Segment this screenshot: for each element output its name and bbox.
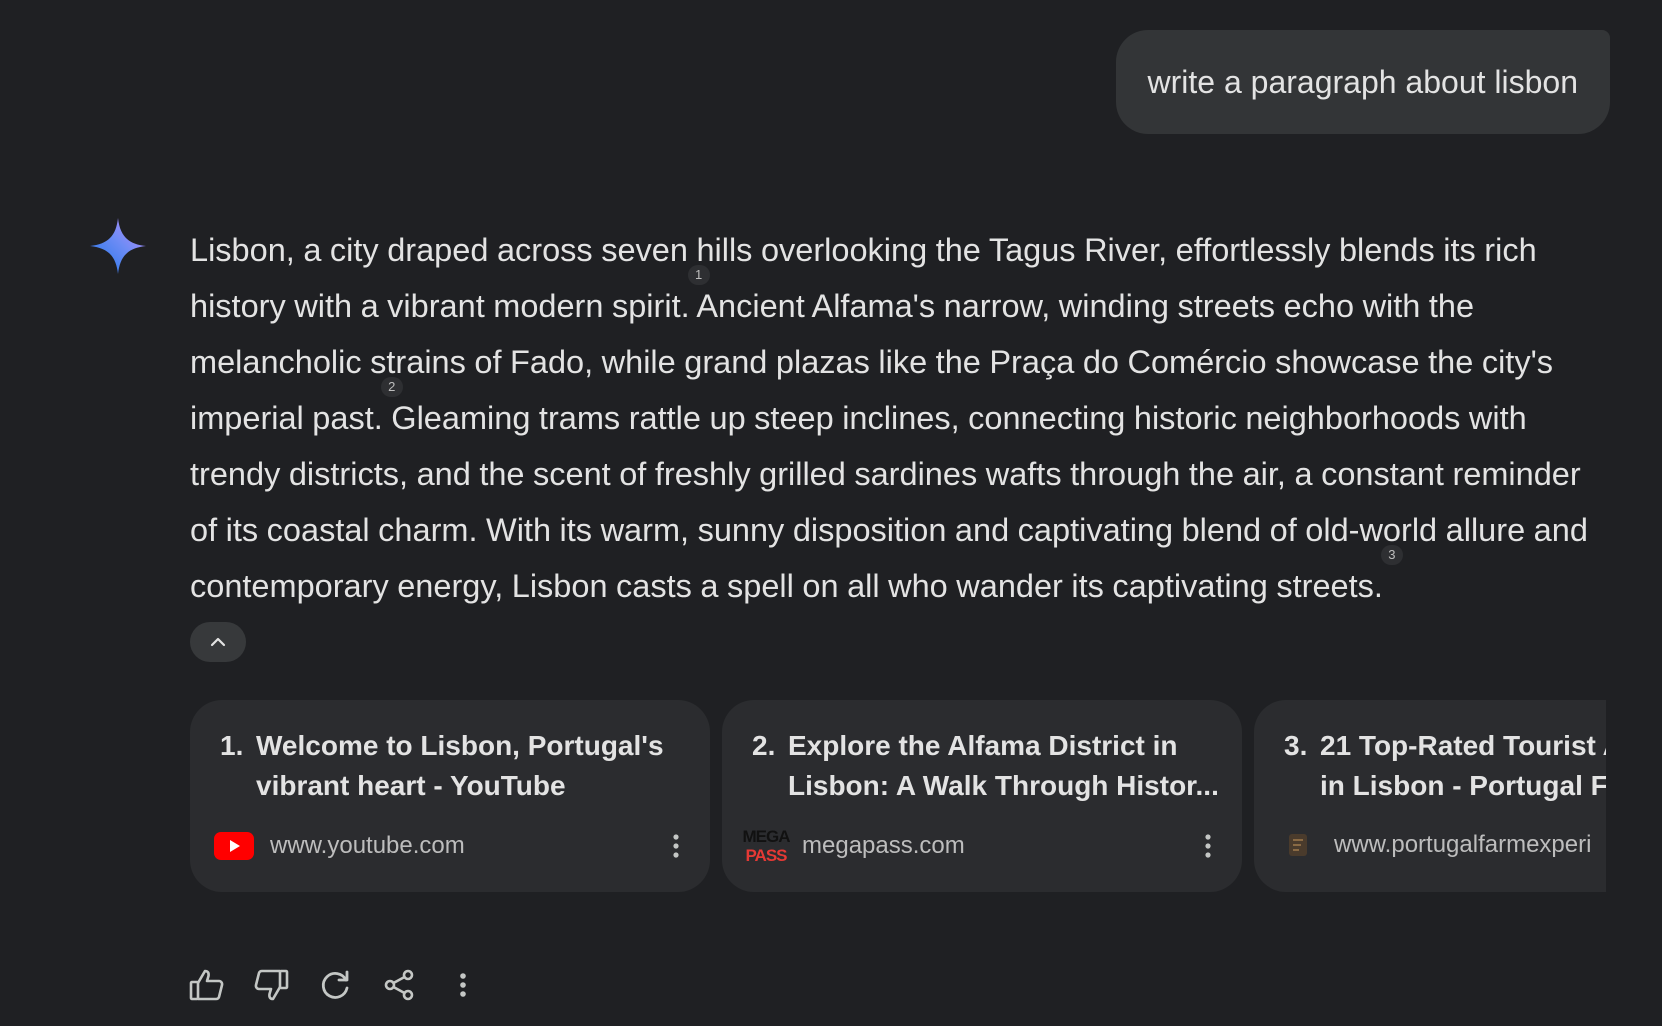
source-domain: www.portugalfarmexperi (1334, 831, 1592, 858)
source-title-line2: vibrant heart - YouTube (256, 770, 566, 801)
thumbs-up-icon (189, 969, 224, 1001)
source-number: 2. (752, 730, 776, 761)
source-title-line2: in Lisbon - Portugal Fa (1320, 770, 1606, 801)
chevron-up-icon (210, 637, 226, 647)
megapass-logo: MEGA PASS (742, 827, 791, 865)
portugal-farm-icon (1278, 830, 1318, 860)
source-card-3[interactable]: 3. 21 Top-Rated Tourist A in Lisbon - Po… (1254, 700, 1606, 892)
source-card-2[interactable]: 2. Explore the Alfama District in Lisbon… (722, 700, 1242, 892)
more-vert-icon (673, 834, 679, 858)
source-more-button[interactable] (666, 830, 686, 862)
thumbs-down-button[interactable] (252, 966, 290, 1004)
user-prompt-text: write a paragraph about lisbon (1147, 63, 1579, 100)
more-vert-icon (1205, 834, 1211, 858)
gemini-sparkle-icon (90, 218, 146, 274)
source-domain: www.youtube.com (270, 832, 465, 859)
source-title-line1: Welcome to Lisbon, Portugal's (256, 730, 664, 761)
source-title-line1: Explore the Alfama District in (788, 730, 1178, 761)
response-actions (188, 966, 482, 1004)
source-title-line1: 21 Top-Rated Tourist A (1320, 730, 1606, 761)
thumbs-up-button[interactable] (188, 966, 226, 1004)
more-options-button[interactable] (444, 966, 482, 1004)
source-domain: megapass.com (802, 832, 965, 859)
source-number: 1. (220, 730, 244, 761)
share-button[interactable] (380, 966, 418, 1004)
source-more-button[interactable] (1198, 830, 1218, 862)
response-segment-3: Gleaming trams rattle up steep inclines,… (190, 400, 1588, 604)
source-title-line2: Lisbon: A Walk Through Histor... (788, 770, 1219, 801)
response-paragraph: Lisbon, a city draped across seven hills… (190, 232, 1588, 604)
regenerate-button[interactable] (316, 966, 354, 1004)
sources-carousel: 1. Welcome to Lisbon, Portugal's vibrant… (190, 700, 1606, 892)
collapse-sources-button[interactable] (190, 622, 246, 662)
thumbs-down-icon (254, 969, 289, 1001)
user-prompt-bubble: write a paragraph about lisbon (1115, 30, 1610, 134)
youtube-icon (214, 831, 254, 861)
regenerate-icon (321, 970, 349, 999)
share-icon (384, 969, 414, 1001)
source-number: 3. (1284, 730, 1308, 761)
source-card-1[interactable]: 1. Welcome to Lisbon, Portugal's vibrant… (190, 700, 710, 892)
more-vert-icon (460, 973, 466, 997)
response-body: Lisbon, a city draped across seven hills… (190, 222, 1610, 614)
